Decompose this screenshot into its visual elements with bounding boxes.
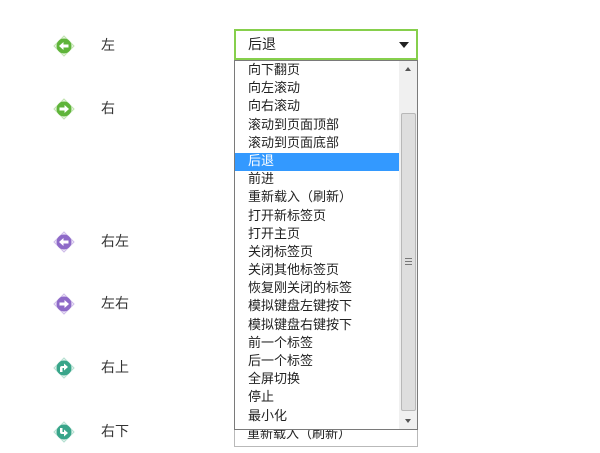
gesture-label: 右左 xyxy=(101,234,129,250)
dropdown-option[interactable]: 关闭标签页 xyxy=(235,244,399,262)
dropdown-option[interactable]: 全屏切换 xyxy=(235,371,399,389)
chevron-down-icon xyxy=(405,419,411,423)
scroll-up-button[interactable] xyxy=(399,61,417,78)
dropdown-option[interactable]: 最小化 xyxy=(235,408,399,426)
dropdown-option[interactable]: 滚动到页面顶部 xyxy=(235,117,399,135)
dropdown-option[interactable]: 模拟键盘右键按下 xyxy=(235,317,399,335)
gesture-label: 左 xyxy=(101,38,115,54)
chevron-down-icon xyxy=(399,42,409,48)
dropdown-option[interactable]: 打开新标签页 xyxy=(235,208,399,226)
gesture-label: 右下 xyxy=(101,424,129,440)
dropdown-option[interactable]: 打开主页 xyxy=(235,226,399,244)
dropdown-option[interactable]: 恢复刚关闭的标签 xyxy=(235,280,399,298)
arrow-right-icon xyxy=(52,292,76,316)
dropdown-option[interactable]: 停止 xyxy=(235,389,399,407)
dropdown-option[interactable]: 关闭其他标签页 xyxy=(235,262,399,280)
scroll-thumb[interactable] xyxy=(401,113,416,411)
dropdown-option[interactable]: 向下翻页 xyxy=(235,62,399,80)
dropdown-option[interactable]: 前进 xyxy=(235,171,399,189)
arrow-turn-down-icon xyxy=(52,420,76,444)
scrollbar[interactable] xyxy=(399,61,417,429)
dropdown-option[interactable]: 模拟键盘左键按下 xyxy=(235,298,399,316)
arrow-right-icon xyxy=(52,97,76,121)
gesture-label: 右上 xyxy=(101,360,129,376)
dropdown-option[interactable]: 向右滚动 xyxy=(235,98,399,116)
gesture-label: 左右 xyxy=(101,296,129,312)
select-value: 后退 xyxy=(248,37,276,53)
action-select-left[interactable]: 后退 xyxy=(234,29,418,60)
grip-icon xyxy=(405,258,412,259)
dropdown-option[interactable]: 前一个标签 xyxy=(235,335,399,353)
dropdown-option[interactable]: 重新载入（刷新） xyxy=(235,189,399,207)
dropdown-option[interactable]: 后退 xyxy=(235,152,399,172)
dropdown-option[interactable]: 向左滚动 xyxy=(235,80,399,98)
chevron-up-icon xyxy=(405,67,411,71)
dropdown-option[interactable]: 后一个标签 xyxy=(235,353,399,371)
arrow-left-icon xyxy=(52,230,76,254)
grip-icon xyxy=(405,264,412,265)
scroll-down-button[interactable] xyxy=(399,412,417,429)
dropdown-option[interactable]: 滚动到页面底部 xyxy=(235,135,399,153)
dropdown-options: 向下翻页 向左滚动 向右滚动 滚动到页面顶部 滚动到页面底部 后退 前进 重新载入（刷新） 打开… xyxy=(235,62,399,426)
grip-icon xyxy=(405,261,412,262)
arrow-turn-up-icon xyxy=(52,356,76,380)
arrow-left-icon xyxy=(52,34,76,58)
gesture-label: 右 xyxy=(101,101,115,117)
dropdown-list[interactable]: 向下翻页 向左滚动 向右滚动 滚动到页面顶部 滚动到页面底部 后退 前进 重新载入（刷新） 打开… xyxy=(234,60,418,430)
